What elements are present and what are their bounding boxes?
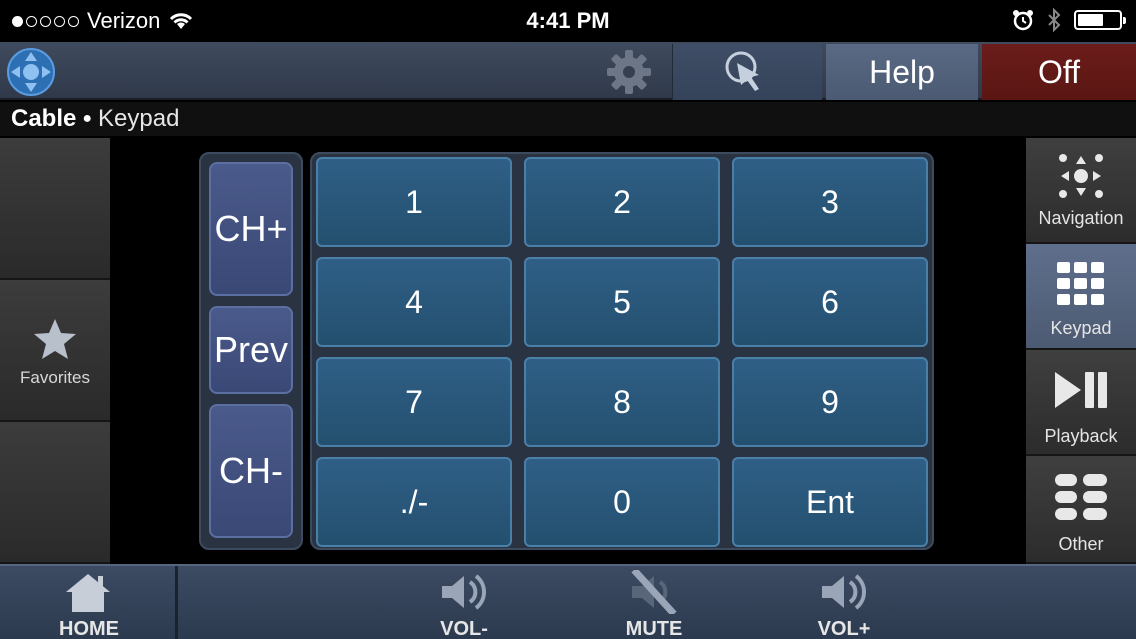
playback-tab-label: Playback	[1044, 426, 1118, 446]
volume-down-button[interactable]: VOL-	[404, 566, 524, 639]
other-tab[interactable]: Other	[1026, 456, 1136, 564]
app-top-bar: Help Off	[0, 42, 1136, 100]
playback-tab[interactable]: Playback	[1026, 350, 1136, 456]
key-1[interactable]: 1	[316, 157, 512, 247]
breadcrumb: Cable ● Keypad	[11, 105, 179, 133]
navigation-icon	[1059, 154, 1103, 198]
app-logo-icon[interactable]	[6, 47, 56, 97]
key-dot-dash[interactable]: ./-	[316, 457, 512, 547]
signal-strength-icon	[12, 15, 79, 27]
status-left: Verizon	[12, 8, 194, 34]
keypad-tab[interactable]: Keypad	[1026, 244, 1136, 350]
channel-up-button[interactable]: CH+	[209, 162, 293, 296]
volume-down-label: VOL-	[440, 618, 488, 639]
alarm-icon	[1013, 10, 1033, 31]
other-tab-label: Other	[1058, 534, 1104, 554]
keypad-icon	[1057, 262, 1104, 305]
keypad-tab-label: Keypad	[1050, 318, 1112, 338]
mute-label: MUTE	[625, 618, 683, 639]
bottom-bar: HOME VOL- MUTE VOL+	[0, 564, 1136, 639]
breadcrumb-separator: ●	[82, 110, 93, 127]
volume-up-label: VOL+	[817, 618, 871, 639]
bluetooth-icon	[1048, 8, 1061, 32]
key-9[interactable]: 9	[732, 357, 928, 447]
battery-icon	[1074, 10, 1126, 30]
carrier-name: Verizon	[87, 8, 161, 33]
key-7[interactable]: 7	[316, 357, 512, 447]
speaker-low-icon	[442, 574, 486, 610]
status-bar: Verizon 4:41 PM	[0, 0, 1136, 42]
key-0[interactable]: 0	[524, 457, 720, 547]
navigation-tab[interactable]: Navigation	[1026, 138, 1136, 244]
playback-icon	[1055, 372, 1107, 408]
wifi-icon	[170, 13, 193, 29]
touch-pointer-icon	[725, 51, 759, 91]
help-button[interactable]: Help	[826, 44, 978, 100]
breadcrumb-bar: Cable ● Keypad	[0, 102, 1136, 136]
key-3[interactable]: 3	[732, 157, 928, 247]
key-8[interactable]: 8	[524, 357, 720, 447]
status-right	[1012, 8, 1126, 32]
channel-down-button[interactable]: CH-	[209, 404, 293, 538]
navigation-tab-label: Navigation	[1038, 208, 1124, 228]
left-slot-empty-1[interactable]	[0, 138, 110, 280]
home-label: HOME	[59, 618, 119, 639]
star-icon	[34, 319, 76, 359]
home-icon	[66, 574, 110, 612]
key-5[interactable]: 5	[524, 257, 720, 347]
key-enter[interactable]: Ent	[732, 457, 928, 547]
left-panel: Favorites	[0, 138, 110, 564]
breadcrumb-page: Keypad	[98, 105, 180, 132]
key-4[interactable]: 4	[316, 257, 512, 347]
number-keypad: 1 2 3 4 5 6 7 8 9 ./- 0 Ent	[310, 152, 934, 550]
settings-gear-icon[interactable]	[602, 48, 656, 96]
previous-channel-button[interactable]: Prev	[209, 306, 293, 394]
key-2[interactable]: 2	[524, 157, 720, 247]
left-slot-empty-2[interactable]	[0, 422, 110, 564]
other-icon	[1055, 474, 1107, 520]
home-button[interactable]: HOME	[0, 566, 178, 639]
volume-up-button[interactable]: VOL+	[784, 566, 904, 639]
breadcrumb-device: Cable	[11, 105, 77, 132]
key-6[interactable]: 6	[732, 257, 928, 347]
channel-column: CH+ Prev CH-	[199, 152, 303, 550]
speaker-high-icon	[822, 574, 866, 610]
remote-app: Verizon 4:41 PM Help Off Cable ● Keypad …	[0, 0, 1136, 639]
mute-icon	[631, 570, 677, 614]
mute-button[interactable]: MUTE	[594, 566, 714, 639]
favorites-label: Favorites	[20, 368, 90, 387]
power-off-button[interactable]: Off	[982, 44, 1136, 100]
touch-mode-button[interactable]	[672, 44, 822, 100]
favorites-button[interactable]: Favorites	[0, 280, 110, 422]
right-panel: Navigation Keypad Playback Other	[1026, 138, 1136, 564]
